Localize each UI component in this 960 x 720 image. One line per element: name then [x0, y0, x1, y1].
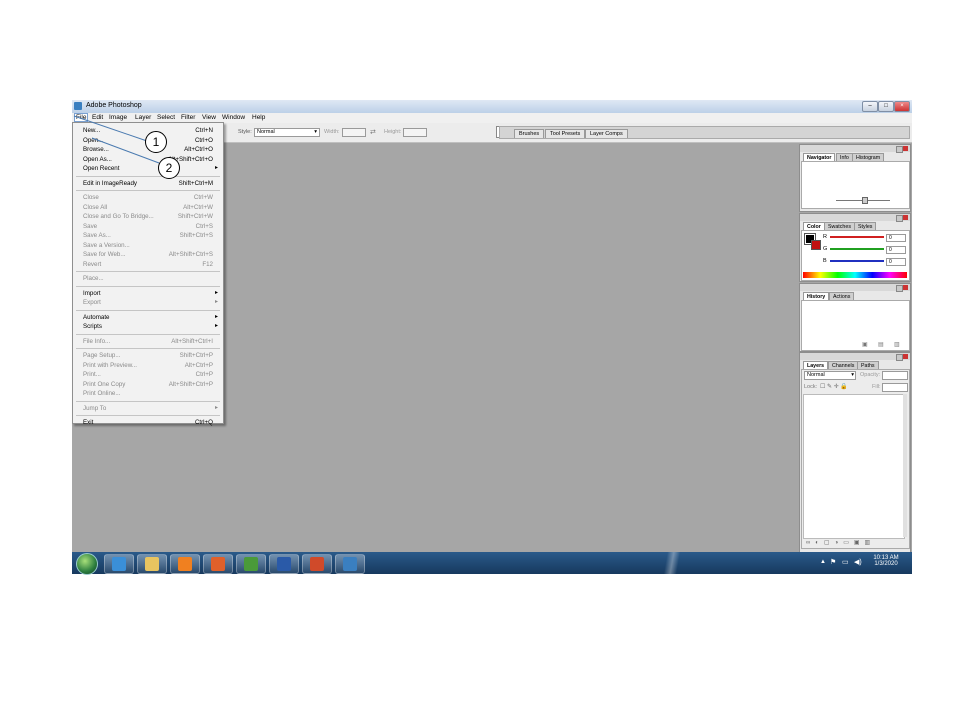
taskbar-firefox-button[interactable]	[203, 554, 233, 574]
chrome-icon	[244, 557, 258, 571]
firefox-icon	[211, 557, 225, 571]
network-icon[interactable]: ▭	[842, 558, 849, 566]
windows-taskbar: ▲ ⚑ ▭ ◀) 10:13 AM 1/3/2020	[72, 552, 912, 575]
show-hidden-icons[interactable]: ▲	[820, 559, 826, 565]
media-player-icon	[178, 557, 192, 571]
taskbar-file-explorer-button[interactable]	[137, 554, 167, 574]
taskbar-decor	[642, 552, 702, 574]
start-button[interactable]	[76, 553, 98, 575]
taskbar-internet-explorer-button[interactable]	[104, 554, 134, 574]
action-center-icon[interactable]: ⚑	[830, 558, 836, 566]
system-clock[interactable]: 10:13 AM 1/3/2020	[868, 555, 904, 567]
callout-marker-1: 1	[145, 131, 167, 153]
volume-icon[interactable]: ◀)	[854, 558, 862, 566]
powerpoint-icon	[310, 557, 324, 571]
clock-date: 1/3/2020	[874, 561, 898, 567]
taskbar-photoshop-button[interactable]	[335, 554, 365, 574]
file-explorer-icon	[145, 557, 159, 571]
callout-marker-2: 2	[158, 157, 180, 179]
internet-explorer-icon	[112, 557, 126, 571]
callout-arrows	[73, 115, 160, 164]
word-icon	[277, 557, 291, 571]
taskbar-powerpoint-button[interactable]	[302, 554, 332, 574]
taskbar-word-button[interactable]	[269, 554, 299, 574]
arrow-to-file-menu	[73, 115, 148, 142]
taskbar-media-player-button[interactable]	[170, 554, 200, 574]
photoshop-icon	[343, 557, 357, 571]
taskbar-chrome-button[interactable]	[236, 554, 266, 574]
